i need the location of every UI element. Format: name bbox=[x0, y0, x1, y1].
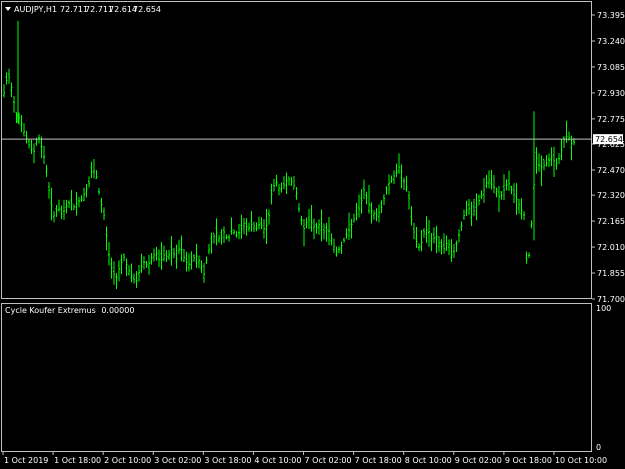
xtick-label: 1 Oct 18:00 bbox=[54, 456, 101, 465]
ytick-label: 72.930 bbox=[597, 89, 625, 98]
ytick-label: 72.320 bbox=[597, 191, 625, 200]
symbol-label: AUDJPY,H1 bbox=[14, 5, 57, 14]
xtick-label: 1 Oct 2019 bbox=[4, 456, 48, 465]
ytick-label: 73.240 bbox=[597, 37, 625, 46]
symbol-header: AUDJPY,H1 72.711 72.711 72.614 72.654 bbox=[5, 5, 161, 14]
chart-window[interactable]: AUDJPY,H1 72.711 72.711 72.614 72.654 73… bbox=[0, 0, 625, 469]
current-price-label: 72.654 bbox=[595, 135, 623, 144]
indicator-ytick-top: 100 bbox=[596, 304, 611, 313]
current-price-marker: 72.654 bbox=[593, 134, 623, 145]
ytick-label: 73.395 bbox=[597, 11, 625, 20]
xtick-label: 3 Oct 02:00 bbox=[154, 456, 201, 465]
ytick-label: 73.085 bbox=[597, 63, 625, 72]
ytick-label: 71.855 bbox=[597, 269, 625, 278]
xtick-label: 4 Oct 10:00 bbox=[254, 456, 301, 465]
ytick-label: 72.775 bbox=[597, 115, 625, 124]
xtick-label: 3 Oct 18:00 bbox=[204, 456, 251, 465]
chart-background bbox=[0, 0, 625, 469]
ytick-label: 72.470 bbox=[597, 166, 625, 175]
ytick-label: 71.700 bbox=[597, 295, 625, 304]
ytick-label: 72.010 bbox=[597, 243, 625, 252]
indicator-ytick-bottom: 0 bbox=[596, 443, 601, 452]
xtick-label: 10 Oct 10:00 bbox=[555, 456, 607, 465]
xtick-label: 7 Oct 02:00 bbox=[305, 456, 352, 465]
indicator-name-text: Cycle Koufer Extremus bbox=[5, 306, 96, 315]
xtick-label: 2 Oct 10:00 bbox=[104, 456, 151, 465]
close-value: 72.654 bbox=[133, 5, 161, 14]
open-value: 72.711 bbox=[60, 5, 88, 14]
indicator-name: Cycle Koufer Extremus 0.00000 bbox=[5, 306, 134, 315]
xtick-label: 8 Oct 10:00 bbox=[405, 456, 452, 465]
xtick-label: 9 Oct 18:00 bbox=[505, 456, 552, 465]
xtick-label: 7 Oct 18:00 bbox=[355, 456, 402, 465]
xtick-label: 9 Oct 02:00 bbox=[455, 456, 502, 465]
indicator-value: 0.00000 bbox=[101, 306, 134, 315]
ytick-label: 72.165 bbox=[597, 217, 625, 226]
